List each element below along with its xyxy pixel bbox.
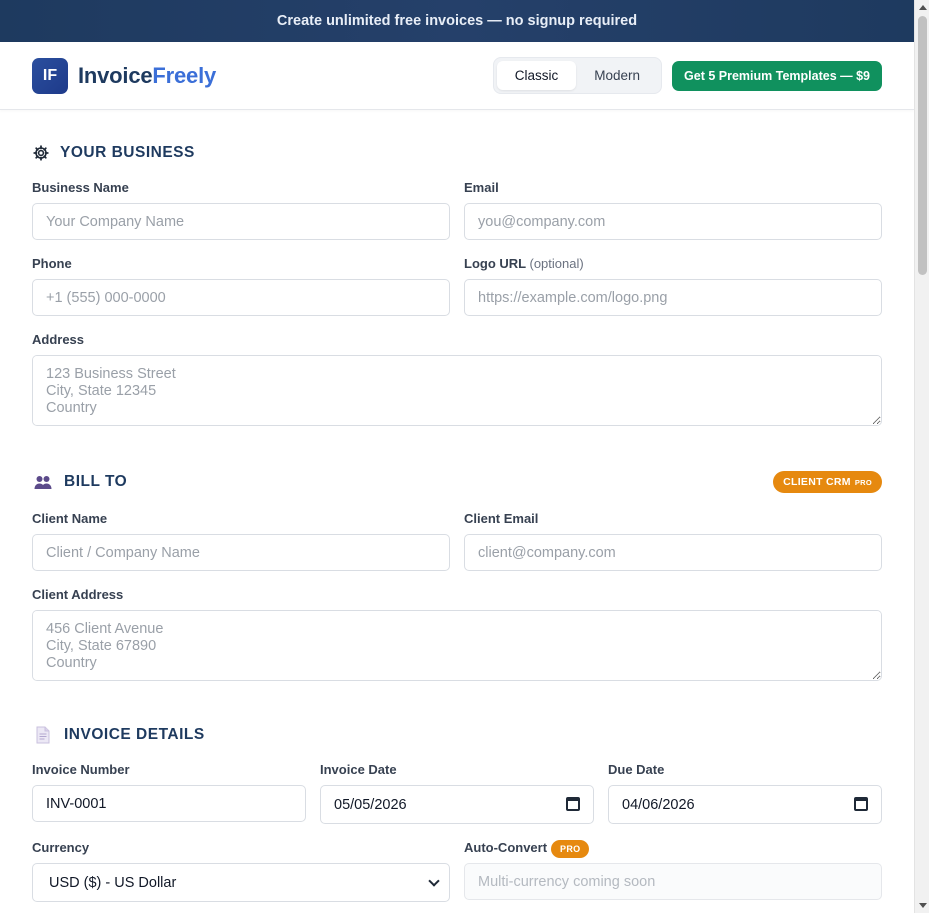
promo-text: Create unlimited free invoices — no sign… <box>276 13 638 29</box>
due-date-field: Due Date <box>608 762 882 824</box>
calendar-icon[interactable] <box>854 797 868 811</box>
client-name-label: Client Name <box>32 511 108 526</box>
template-classic-button[interactable]: Classic <box>496 61 577 90</box>
bill-to-section: BILL TO CLIENT CRM PRO Client Name Clien… <box>32 447 882 686</box>
scroll-down-arrow-icon[interactable] <box>919 903 927 908</box>
invoice-details-section: INVOICE DETAILS Invoice Number Invoice D… <box>32 702 882 902</box>
client-name-input[interactable] <box>32 534 450 571</box>
phone-field: Phone <box>32 256 450 316</box>
client-email-input[interactable] <box>464 534 882 571</box>
client-address-textarea[interactable] <box>32 610 882 681</box>
phone-input[interactable] <box>32 279 450 316</box>
logo-url-label-text: Logo URL <box>464 256 526 271</box>
auto-convert-label-text: Auto-Convert <box>464 840 548 855</box>
invoice-details-section-header: INVOICE DETAILS <box>32 726 882 744</box>
brand[interactable]: IF InvoiceFreely <box>32 57 216 94</box>
business-email-label: Email <box>464 180 499 195</box>
phone-label: Phone <box>32 256 72 271</box>
brand-name: InvoiceFreely <box>78 63 216 89</box>
currency-field: Currency USD ($) - US Dollar <box>32 840 450 902</box>
bill-to-title-text: BILL TO <box>64 473 128 490</box>
vertical-scrollbar[interactable] <box>914 0 929 913</box>
invoice-number-field: Invoice Number <box>32 762 306 824</box>
business-name-input[interactable] <box>32 203 450 240</box>
invoice-details-section-title: INVOICE DETAILS <box>32 726 205 744</box>
logo-url-label: Logo URL (optional) <box>464 256 882 271</box>
page-viewport: Create unlimited free invoices — no sign… <box>0 0 914 913</box>
invoice-date-field: Invoice Date <box>320 762 594 824</box>
template-modern-button[interactable]: Modern <box>576 61 658 90</box>
due-date-input[interactable] <box>608 785 882 824</box>
currency-select-value: USD ($) - US Dollar <box>32 863 450 902</box>
template-toggle: Classic Modern <box>492 57 663 94</box>
invoice-date-label: Invoice Date <box>320 762 397 777</box>
client-email-label: Client Email <box>464 511 539 526</box>
calendar-icon[interactable] <box>566 797 580 811</box>
client-name-field: Client Name <box>32 511 450 571</box>
logo-url-optional-hint: (optional) <box>529 256 584 271</box>
due-date-wrapper <box>608 785 882 824</box>
brand-logo-icon: IF <box>32 57 68 94</box>
client-address-label: Client Address <box>32 587 124 602</box>
client-crm-pro-badge[interactable]: CLIENT CRM PRO <box>773 471 882 493</box>
gear-icon <box>32 144 50 162</box>
bill-to-section-title: BILL TO <box>32 473 127 491</box>
business-name-field: Business Name <box>32 180 450 240</box>
auto-convert-label: Auto-Convert PRO <box>464 839 882 858</box>
business-name-label: Business Name <box>32 180 129 195</box>
business-section: YOUR BUSINESS Business Name Email Phone <box>32 110 882 431</box>
premium-templates-button[interactable]: Get 5 Premium Templates — $9 <box>672 60 882 91</box>
people-icon <box>32 473 54 491</box>
auto-convert-pro-badge: PRO <box>551 839 590 858</box>
brand-name-part2: Freely <box>152 62 217 88</box>
invoice-number-input[interactable] <box>32 785 306 822</box>
auto-convert-input <box>464 863 882 900</box>
auto-convert-field: Auto-Convert PRO <box>464 839 882 902</box>
bill-to-section-header: BILL TO CLIENT CRM PRO <box>32 471 882 493</box>
invoice-form: YOUR BUSINESS Business Name Email Phone <box>0 110 914 902</box>
brand-name-part1: Invoice <box>78 62 153 88</box>
top-actions: Classic Modern Get 5 Premium Templates —… <box>492 57 882 94</box>
logo-url-field: Logo URL (optional) <box>464 256 882 316</box>
scrollbar-thumb[interactable] <box>918 16 927 275</box>
business-email-field: Email <box>464 180 882 240</box>
address-textarea[interactable] <box>32 355 882 426</box>
client-crm-badge-text: CLIENT CRM <box>783 476 851 488</box>
address-label: Address <box>32 332 85 347</box>
invoice-date-input[interactable] <box>320 785 594 824</box>
business-email-input[interactable] <box>464 203 882 240</box>
invoice-number-label: Invoice Number <box>32 762 130 777</box>
document-icon <box>32 726 54 744</box>
invoice-details-title-text: INVOICE DETAILS <box>64 726 205 743</box>
due-date-label: Due Date <box>608 762 665 777</box>
business-title-text: YOUR BUSINESS <box>60 144 195 161</box>
top-navbar: IF InvoiceFreely Classic Modern Get 5 Pr… <box>0 42 914 110</box>
client-address-field: Client Address <box>32 587 882 686</box>
client-email-field: Client Email <box>464 511 882 571</box>
currency-label: Currency <box>32 840 90 855</box>
promo-banner: Create unlimited free invoices — no sign… <box>0 0 914 42</box>
logo-url-input[interactable] <box>464 279 882 316</box>
client-crm-badge-pro: PRO <box>854 477 872 487</box>
address-field: Address <box>32 332 882 431</box>
currency-select[interactable]: USD ($) - US Dollar <box>32 863 450 902</box>
business-section-title: YOUR BUSINESS <box>32 144 195 162</box>
business-section-header: YOUR BUSINESS <box>32 144 882 162</box>
invoice-date-wrapper <box>320 785 594 824</box>
scroll-up-arrow-icon[interactable] <box>919 5 927 10</box>
